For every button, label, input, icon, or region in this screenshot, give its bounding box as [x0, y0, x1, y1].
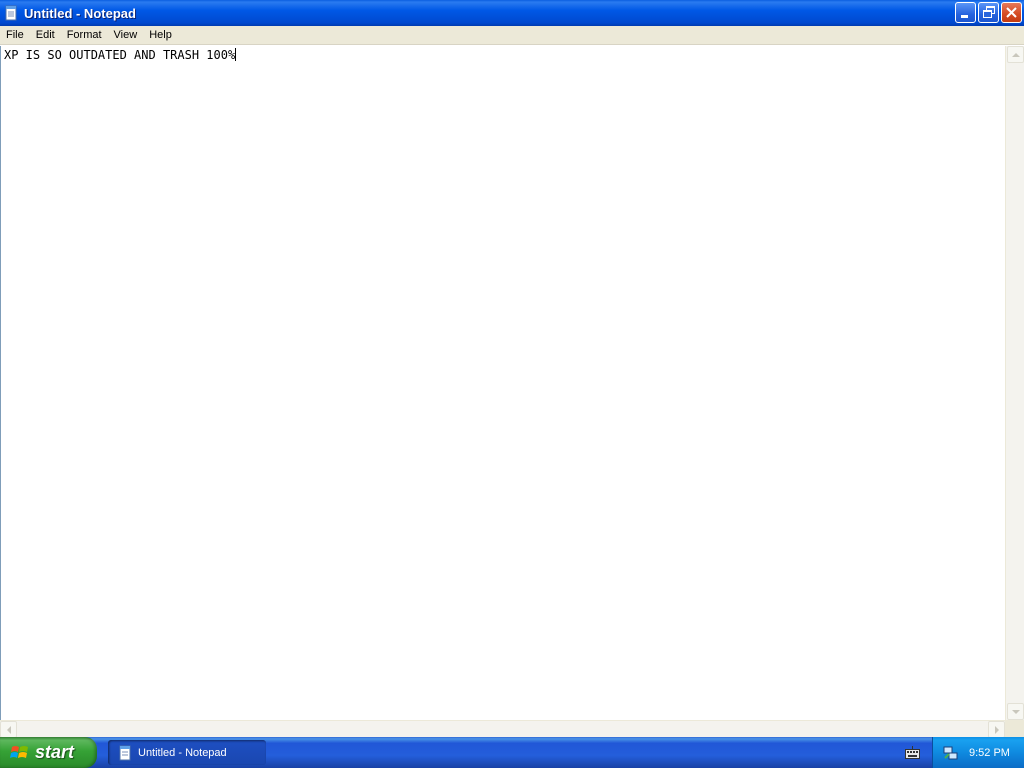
minimize-button[interactable] [955, 2, 976, 23]
start-button[interactable]: start [0, 737, 97, 768]
clock[interactable]: 9:52 PM [969, 747, 1010, 759]
scroll-right-button[interactable] [988, 721, 1005, 738]
keyboard-icon[interactable] [905, 746, 920, 759]
vertical-scrollbar[interactable] [1005, 46, 1024, 720]
chevron-up-icon [1011, 52, 1020, 57]
chevron-down-icon [1011, 709, 1020, 714]
menu-help[interactable]: Help [143, 26, 178, 45]
system-tray: 9:52 PM [932, 737, 1024, 768]
title-bar[interactable]: Untitled - Notepad [0, 0, 1024, 26]
minimize-icon [961, 15, 968, 18]
start-label: start [35, 742, 75, 762]
network-icon[interactable] [943, 745, 959, 761]
menu-format[interactable]: Format [61, 26, 108, 45]
windows-logo-icon [10, 743, 30, 763]
chevron-left-icon [6, 725, 11, 734]
notepad-icon[interactable] [3, 5, 19, 21]
taskbar-item-notepad[interactable]: Untitled - Notepad [108, 740, 266, 765]
close-icon [1006, 7, 1017, 18]
taskbar: start Untitled - Notepad 9:52 PM [0, 737, 1024, 768]
menu-edit[interactable]: Edit [30, 26, 61, 45]
menu-view[interactable]: View [108, 26, 144, 45]
size-grip[interactable] [1005, 720, 1024, 737]
restore-button[interactable] [978, 2, 999, 23]
menu-file[interactable]: File [0, 26, 30, 45]
notepad-icon [117, 745, 133, 761]
chevron-right-icon [994, 725, 999, 734]
taskbar-item-label: Untitled - Notepad [138, 746, 227, 759]
menu-bar: File Edit Format View Help [0, 26, 1024, 45]
window-title: Untitled - Notepad [24, 5, 136, 21]
horizontal-scrollbar[interactable] [0, 720, 1005, 738]
scroll-down-button[interactable] [1007, 703, 1024, 720]
scroll-left-button[interactable] [0, 721, 17, 738]
text-caret [235, 48, 237, 61]
close-button[interactable] [1001, 2, 1022, 23]
editor-content: XP IS SO OUTDATED AND TRASH 100% [4, 48, 236, 62]
text-editor[interactable]: XP IS SO OUTDATED AND TRASH 100% [0, 46, 1005, 720]
scroll-up-button[interactable] [1007, 46, 1024, 63]
